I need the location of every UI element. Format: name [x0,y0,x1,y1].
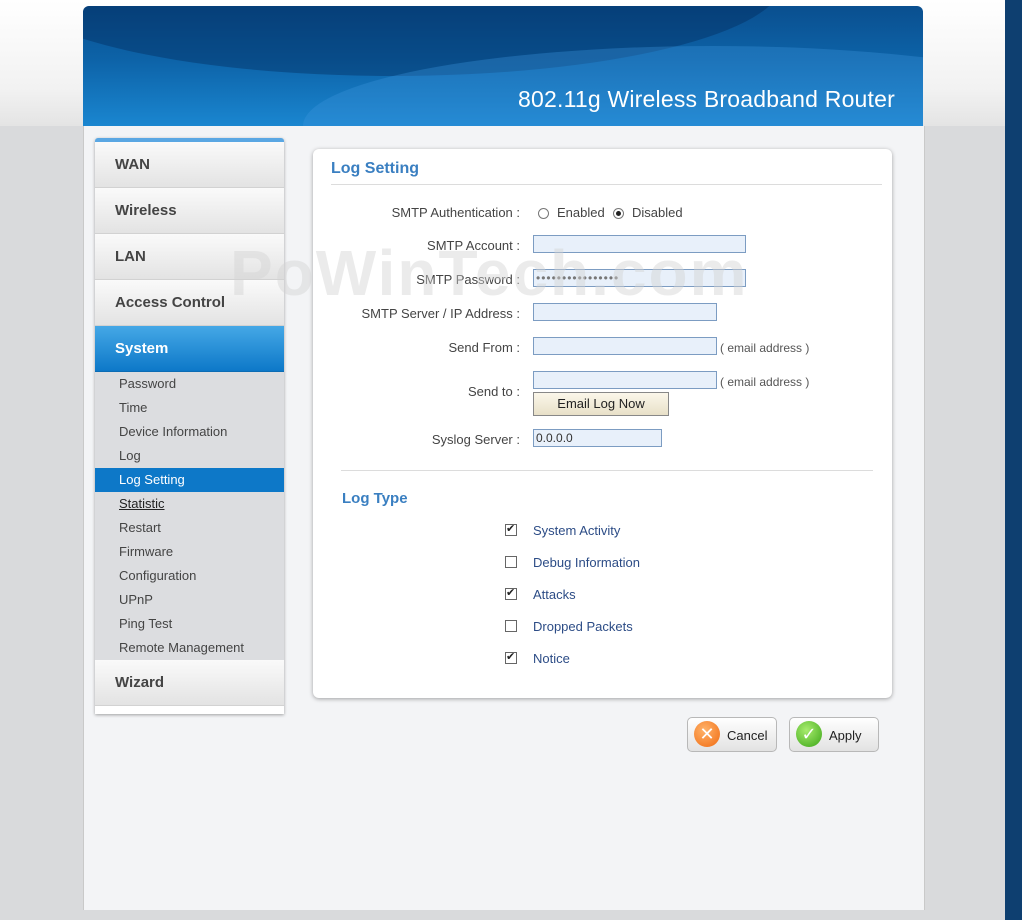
attacks-checkbox[interactable] [505,586,517,600]
check-icon: ✓ [796,721,822,747]
cancel-button[interactable]: ✕ Cancel [687,717,777,752]
send-to-hint: ( email address ) [720,375,810,389]
submenu-item-password[interactable]: Password [95,372,284,396]
cancel-label: Cancel [727,728,768,743]
apply-button[interactable]: ✓ Apply [789,717,879,752]
sidebar-footer [95,706,284,714]
submenu-item-upnp[interactable]: UPnP [95,588,284,612]
header-banner: 802.11g Wireless Broadband Router [83,6,923,126]
notice-label: Notice [533,651,570,666]
sidebar-item-access-control[interactable]: Access Control [95,280,284,326]
system-submenu: Password Time Device Information Log Log… [95,372,284,660]
smtp-password-label: SMTP Password : [416,272,520,287]
smtp-auth-enabled-label: Enabled [557,205,605,220]
window-edge [1005,0,1022,920]
log-setting-panel: Log Setting SMTP Authentication : Enable… [313,149,892,698]
send-from-hint: ( email address ) [720,341,810,355]
system-activity-label: System Activity [533,523,621,538]
sidebar-nav: WAN Wireless LAN Access Control System P… [95,138,284,714]
send-from-label: Send From : [448,340,520,355]
smtp-account-row: SMTP Account : [313,235,892,257]
log-type-title: Log Type [342,490,408,507]
smtp-password-input[interactable]: •••••••••••••••• [533,269,746,287]
debug-information-label: Debug Information [533,555,640,570]
send-to-input[interactable] [533,371,717,389]
smtp-server-label: SMTP Server / IP Address : [361,306,520,321]
smtp-auth-disabled-radio[interactable] [613,208,624,219]
dropped-packets-checkbox[interactable] [505,620,517,632]
syslog-server-input[interactable]: 0.0.0.0 [533,429,662,447]
send-to-label: Send to : [467,384,520,399]
attacks-label: Attacks [533,587,576,602]
smtp-server-row: SMTP Server / IP Address : [313,303,892,325]
page-title: Log Setting [331,160,419,177]
sidebar-item-wizard[interactable]: Wizard [95,660,284,706]
dropped-packets-label: Dropped Packets [533,619,633,634]
smtp-server-input[interactable] [533,303,717,321]
smtp-auth-row: SMTP Authentication : Enabled Disabled [313,202,892,224]
send-from-row: Send From : ( email address ) [313,337,892,359]
sidebar-item-lan[interactable]: LAN [95,234,284,280]
send-from-input[interactable] [533,337,717,355]
sidebar-item-wireless[interactable]: Wireless [95,188,284,234]
banner-title: 802.11g Wireless Broadband Router [518,86,895,112]
submenu-item-restart[interactable]: Restart [95,516,284,540]
smtp-auth-label: SMTP Authentication : [391,205,520,220]
submenu-item-statistic[interactable]: Statistic [95,492,284,516]
close-icon: ✕ [694,721,720,747]
submenu-item-log[interactable]: Log [95,444,284,468]
submenu-item-time[interactable]: Time [95,396,284,420]
submenu-item-configuration[interactable]: Configuration [95,564,284,588]
apply-label: Apply [829,728,862,743]
send-to-row: Send to : ( email address ) [313,371,892,399]
smtp-auth-enabled-radio[interactable] [538,208,549,219]
submenu-item-log-setting[interactable]: Log Setting [95,468,284,492]
sidebar-item-system[interactable]: System [95,326,284,372]
smtp-account-input[interactable] [533,235,746,253]
sidebar-item-wan[interactable]: WAN [95,142,284,188]
smtp-account-label: SMTP Account : [427,238,520,253]
notice-checkbox[interactable] [505,650,517,664]
divider [341,470,873,471]
debug-information-checkbox[interactable] [505,556,517,568]
submenu-item-device-information[interactable]: Device Information [95,420,284,444]
email-log-now-button[interactable]: Email Log Now [533,392,669,416]
submenu-item-remote-management[interactable]: Remote Management [95,636,284,660]
syslog-server-label: Syslog Server : [431,432,520,447]
system-activity-checkbox[interactable] [505,522,517,536]
smtp-auth-disabled-label: Disabled [632,205,683,220]
submenu-item-firmware[interactable]: Firmware [95,540,284,564]
submenu-item-ping-test[interactable]: Ping Test [95,612,284,636]
divider [331,184,882,185]
syslog-server-row: Syslog Server : 0.0.0.0 [313,429,892,451]
smtp-password-row: SMTP Password : •••••••••••••••• [313,269,892,291]
